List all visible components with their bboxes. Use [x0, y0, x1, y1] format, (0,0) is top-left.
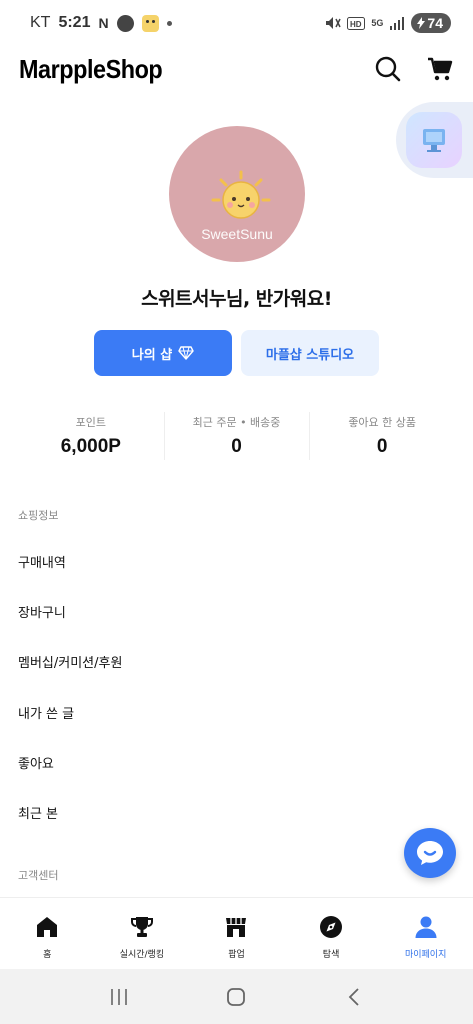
stat-label: 최근 주문 • 배송중 [192, 416, 281, 429]
my-shop-label: 나의 샵 [131, 347, 173, 363]
studio-label: 마플샵 스튜디오 [265, 347, 355, 363]
more-dot-icon [166, 20, 172, 26]
trophy-icon [129, 914, 155, 940]
search-button[interactable] [373, 54, 403, 84]
nav-popup[interactable]: 팝업 [189, 898, 284, 969]
recent-apps-button[interactable] [99, 977, 139, 1017]
section-title-shopping: 쇼핑정보 [18, 509, 59, 522]
recent-apps-icon [111, 988, 127, 1005]
search-icon [375, 56, 401, 82]
signal-icon [390, 17, 405, 30]
studio-button[interactable]: 마플샵 스튜디오 [241, 330, 379, 376]
stats-row: 포인트 6,000P 최근 주문 • 배송중 0 좋아요 한 상품 0 [18, 408, 455, 460]
greeting-text: 스위트서누님, 반가워요! [141, 288, 332, 310]
stat-likes[interactable]: 좋아요 한 상품 0 [309, 408, 455, 460]
menu-item-membership[interactable]: 멤버십/커미션/후원 [18, 645, 455, 677]
gem-icon [178, 346, 194, 360]
moon-icon [116, 14, 134, 32]
nav-label: 홈 [43, 950, 52, 960]
nav-mypage[interactable]: 마이페이지 [378, 898, 473, 969]
nav-explore[interactable]: 탐색 [284, 898, 379, 969]
menu-item-cart[interactable]: 장바구니 [18, 595, 455, 627]
my-shop-button[interactable]: 나의 샵 [94, 330, 232, 376]
nav-label: 마이페이지 [404, 950, 447, 960]
menu-item-likes[interactable]: 좋아요 [18, 746, 455, 778]
floating-side-tab[interactable] [396, 102, 473, 178]
profile-avatar[interactable]: SweetSunu [169, 126, 305, 262]
stat-orders[interactable]: 최근 주문 • 배송중 0 [163, 408, 310, 460]
app-header: MarppleShop [0, 46, 473, 92]
person-icon [413, 914, 439, 940]
cart-icon [428, 57, 453, 81]
home-circle-icon [227, 987, 246, 1006]
app-logo[interactable]: MarppleShop [19, 54, 163, 85]
section-title-customer-center: 고객센터 [18, 869, 59, 882]
battery-indicator: 74 [411, 13, 451, 33]
chat-button[interactable] [404, 828, 456, 878]
status-bar: KT 5:21 N HD 5G 74 [0, 0, 473, 46]
clock: 5:21 [58, 14, 91, 31]
bottom-nav: 홈 실시간/랭킹 팝업 탐색 마이페이지 [0, 897, 473, 969]
emoji-face-icon [141, 14, 159, 32]
stat-value: 0 [231, 436, 242, 457]
cart-button[interactable] [425, 54, 455, 84]
system-nav-bar [0, 969, 473, 1024]
back-button[interactable] [334, 977, 374, 1017]
avatar-caption: SweetSunu [201, 226, 273, 242]
carrier-label: KT [30, 14, 51, 31]
stat-label: 포인트 [75, 416, 107, 429]
compass-icon [318, 914, 344, 940]
hd-icon: HD [347, 16, 366, 30]
menu-item-purchases[interactable]: 구매내역 [18, 545, 455, 577]
back-chevron-icon [348, 987, 359, 1006]
mute-icon [326, 17, 342, 29]
stat-value: 0 [376, 436, 388, 457]
menu-item-recent[interactable]: 최근 본 [18, 796, 455, 828]
charging-icon [417, 17, 426, 29]
stat-label: 좋아요 한 상품 [348, 416, 417, 429]
nav-label: 탐색 [322, 950, 340, 960]
menu-item-my-posts[interactable]: 내가 쓴 글 [18, 696, 455, 728]
nav-ranking[interactable]: 실시간/랭킹 [95, 898, 190, 969]
stat-points[interactable]: 포인트 6,000P [18, 408, 164, 460]
home-system-button[interactable] [216, 977, 256, 1017]
battery-level: 74 [427, 15, 443, 31]
nav-label: 팝업 [228, 950, 245, 960]
home-icon [34, 914, 60, 940]
nav-label: 실시간/랭킹 [119, 950, 165, 960]
store-icon [223, 914, 249, 940]
notification-n-icon: N [98, 15, 109, 31]
nav-home[interactable]: 홈 [0, 898, 95, 969]
app-shortcut-icon [406, 112, 462, 168]
network-type-label: 5G [371, 18, 384, 28]
svg-text:HD: HD [350, 20, 362, 29]
stat-value: 6,000P [60, 436, 121, 457]
chat-icon [417, 841, 443, 865]
